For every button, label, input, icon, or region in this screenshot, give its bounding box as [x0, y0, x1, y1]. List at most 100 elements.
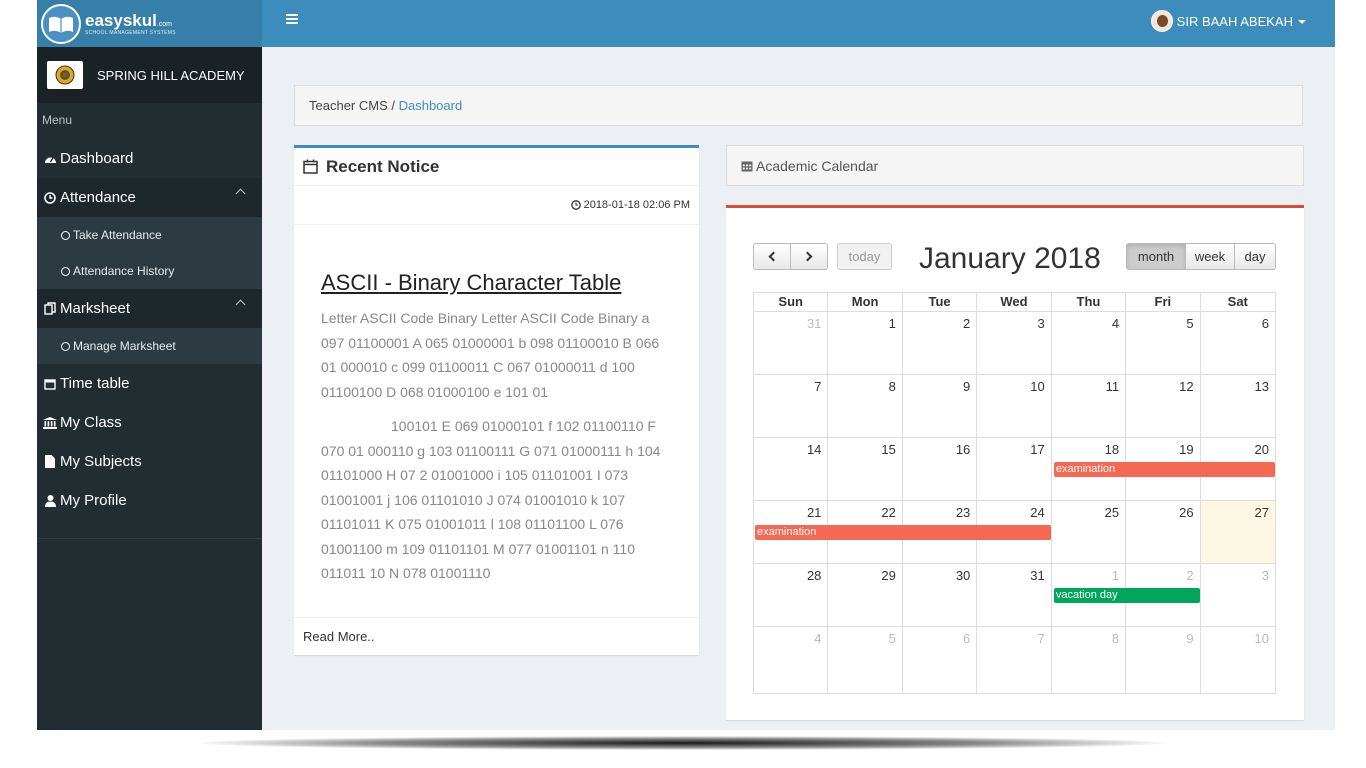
sidebar-item-label: Dashboard: [60, 150, 134, 167]
prev-month-button[interactable]: [753, 243, 791, 270]
breadcrumb: Teacher CMS / Dashboard: [294, 85, 1303, 126]
calendar-day-cell[interactable]: 31: [977, 564, 1052, 627]
dashboard-icon: [43, 153, 57, 164]
calendar-day-cell[interactable]: 13: [1200, 375, 1275, 438]
chevron-up-icon: [235, 188, 246, 199]
menu-header: Menu: [37, 103, 262, 139]
calendar-day-cell[interactable]: 6: [903, 627, 978, 694]
calendar-day-cell[interactable]: 4: [1051, 312, 1127, 375]
sidebar-item-label: My Subjects: [60, 453, 142, 470]
academic-calendar: today January 2018 month week day Sun Mon…: [726, 205, 1304, 720]
calendar-day-cell[interactable]: 8: [828, 375, 903, 438]
calendar-day-cell[interactable]: 15: [828, 438, 903, 501]
calendar-day-cell[interactable]: 5: [828, 627, 903, 694]
calendar-day-cell[interactable]: 10: [1201, 627, 1275, 694]
calendar-day-cell[interactable]: 6: [1200, 312, 1275, 375]
calendar-day-cell[interactable]: 3: [977, 312, 1052, 375]
day-of-week-label: Mon: [828, 293, 903, 312]
sidebar-item-my-profile[interactable]: My Profile: [37, 481, 262, 520]
circle-icon: [61, 266, 70, 276]
user-menu[interactable]: SIR BAAH ABEKAH: [1150, 10, 1306, 32]
user-icon: [43, 494, 57, 507]
user-avatar: [1150, 10, 1173, 32]
notice-paragraph: Letter ASCII Code Binary Letter ASCII Co…: [321, 310, 660, 400]
calendar-box-title: Academic Calendar: [756, 157, 879, 174]
sidebar-item-timetable[interactable]: Time table: [37, 364, 262, 403]
file-icon: [43, 455, 57, 468]
drop-shadow: [200, 736, 1166, 750]
sidebar-subitem-manage-marksheet[interactable]: Manage Marksheet: [37, 328, 262, 364]
day-view-button[interactable]: day: [1234, 243, 1276, 270]
week-view-button[interactable]: week: [1185, 243, 1235, 270]
calendar-day-cell[interactable]: 5: [1126, 312, 1201, 375]
user-name: SIR BAAH ABEKAH: [1176, 13, 1293, 29]
breadcrumb-current[interactable]: Dashboard: [399, 98, 463, 113]
calendar-day-cell[interactable]: 28: [754, 564, 829, 627]
book-logo-icon: [41, 3, 81, 44]
calendar-day-cell[interactable]: 17: [977, 438, 1052, 501]
sidebar-item-marksheet[interactable]: Marksheet: [37, 289, 262, 328]
calendar-day-cell[interactable]: 12: [1126, 375, 1201, 438]
calendar-day-cell[interactable]: 11: [1051, 375, 1127, 438]
calendar-day-cell[interactable]: 30: [902, 564, 978, 627]
logo-area[interactable]: easyskul.com SCHOOL MANAGEMENT SYSTEMS: [37, 0, 262, 47]
brand-name: easyskul: [85, 10, 157, 30]
brand-logo: easyskul.com SCHOOL MANAGEMENT SYSTEMS: [85, 12, 176, 36]
top-navbar: SIR BAAH ABEKAH: [262, 0, 1335, 47]
day-of-week-label: Tue: [902, 293, 978, 312]
calendar-day-cell[interactable]: 27: [1200, 501, 1275, 564]
calendar-event[interactable]: examination: [755, 525, 1051, 540]
sidebar-subitem-label: Attendance History: [73, 264, 175, 278]
calendar-day-cell[interactable]: 1: [828, 312, 903, 375]
sidebar-item-label: My Class: [60, 414, 122, 431]
read-more-link[interactable]: Read More..: [294, 617, 699, 655]
calendar-day-cell[interactable]: 14: [754, 438, 829, 501]
calendar-day-cell[interactable]: 16: [902, 438, 978, 501]
calendar-icon: [43, 378, 57, 390]
calendar-day-cell[interactable]: 7: [977, 627, 1052, 694]
today-button[interactable]: today: [837, 243, 892, 270]
calendar-day-cell[interactable]: 8: [1052, 627, 1127, 694]
recent-notice-box: Recent Notice 2018-01-18 02:06 PM ASCII …: [294, 145, 699, 655]
calendar-day-cell[interactable]: 26: [1126, 501, 1201, 564]
calendar-day-cell[interactable]: 10: [977, 375, 1052, 438]
day-of-week-label: Wed: [977, 293, 1052, 312]
day-of-week-label: Fri: [1126, 293, 1201, 312]
sidebar-subitem-take-attendance[interactable]: Take Attendance: [37, 217, 262, 253]
calendar-toolbar: today January 2018 month week day: [753, 242, 1277, 275]
calendar-day-cell[interactable]: 9: [902, 375, 978, 438]
calendar-day-cell[interactable]: 9: [1126, 627, 1201, 694]
sidebar-item-label: Marksheet: [60, 300, 131, 317]
sidebar-subitem-attendance-history[interactable]: Attendance History: [37, 253, 262, 289]
circle-icon: [61, 341, 70, 351]
sidebar-item-my-subjects[interactable]: My Subjects: [37, 442, 262, 481]
notice-title[interactable]: ASCII - Binary Character Table: [321, 270, 699, 296]
calendar-day-cell[interactable]: 31: [754, 312, 829, 375]
month-view-button[interactable]: month: [1126, 243, 1186, 270]
calendar-week-row: 31 1 2 3 4 5 6: [754, 312, 1275, 375]
circle-icon: [61, 230, 70, 240]
calendar-day-cell[interactable]: 7: [754, 375, 829, 438]
sidebar-item-dashboard[interactable]: Dashboard: [37, 139, 262, 178]
calendar-day-cell[interactable]: 2: [902, 312, 978, 375]
day-of-week-header: Sun Mon Tue Wed Thu Fri Sat: [754, 293, 1275, 312]
brand-subtitle: SCHOOL MANAGEMENT SYSTEMS: [85, 29, 176, 36]
sidebar-item-label: My Profile: [60, 492, 127, 509]
chevron-left-icon: [768, 251, 779, 262]
calendar-box-header: Academic Calendar: [726, 145, 1304, 186]
breadcrumb-root[interactable]: Teacher CMS: [309, 98, 388, 113]
sidebar-subitem-label: Manage Marksheet: [73, 339, 176, 353]
calendar-event[interactable]: vacation day: [1053, 588, 1201, 603]
calendar-day-cell[interactable]: 4: [754, 627, 829, 694]
calendar-event[interactable]: examination: [1053, 462, 1275, 477]
next-month-button[interactable]: [790, 243, 828, 270]
calendar-title: January 2018: [919, 242, 1101, 275]
calendar-day-cell[interactable]: 29: [828, 564, 903, 627]
brand-suffix: .com: [156, 20, 173, 28]
sidebar-toggle-icon[interactable]: [286, 14, 298, 26]
sidebar-item-attendance[interactable]: Attendance: [37, 178, 262, 217]
sidebar-item-label: Time table: [60, 375, 130, 392]
calendar-day-cell[interactable]: 3: [1200, 564, 1275, 627]
sidebar-item-my-class[interactable]: My Class: [37, 403, 262, 442]
calendar-day-cell[interactable]: 25: [1051, 501, 1127, 564]
